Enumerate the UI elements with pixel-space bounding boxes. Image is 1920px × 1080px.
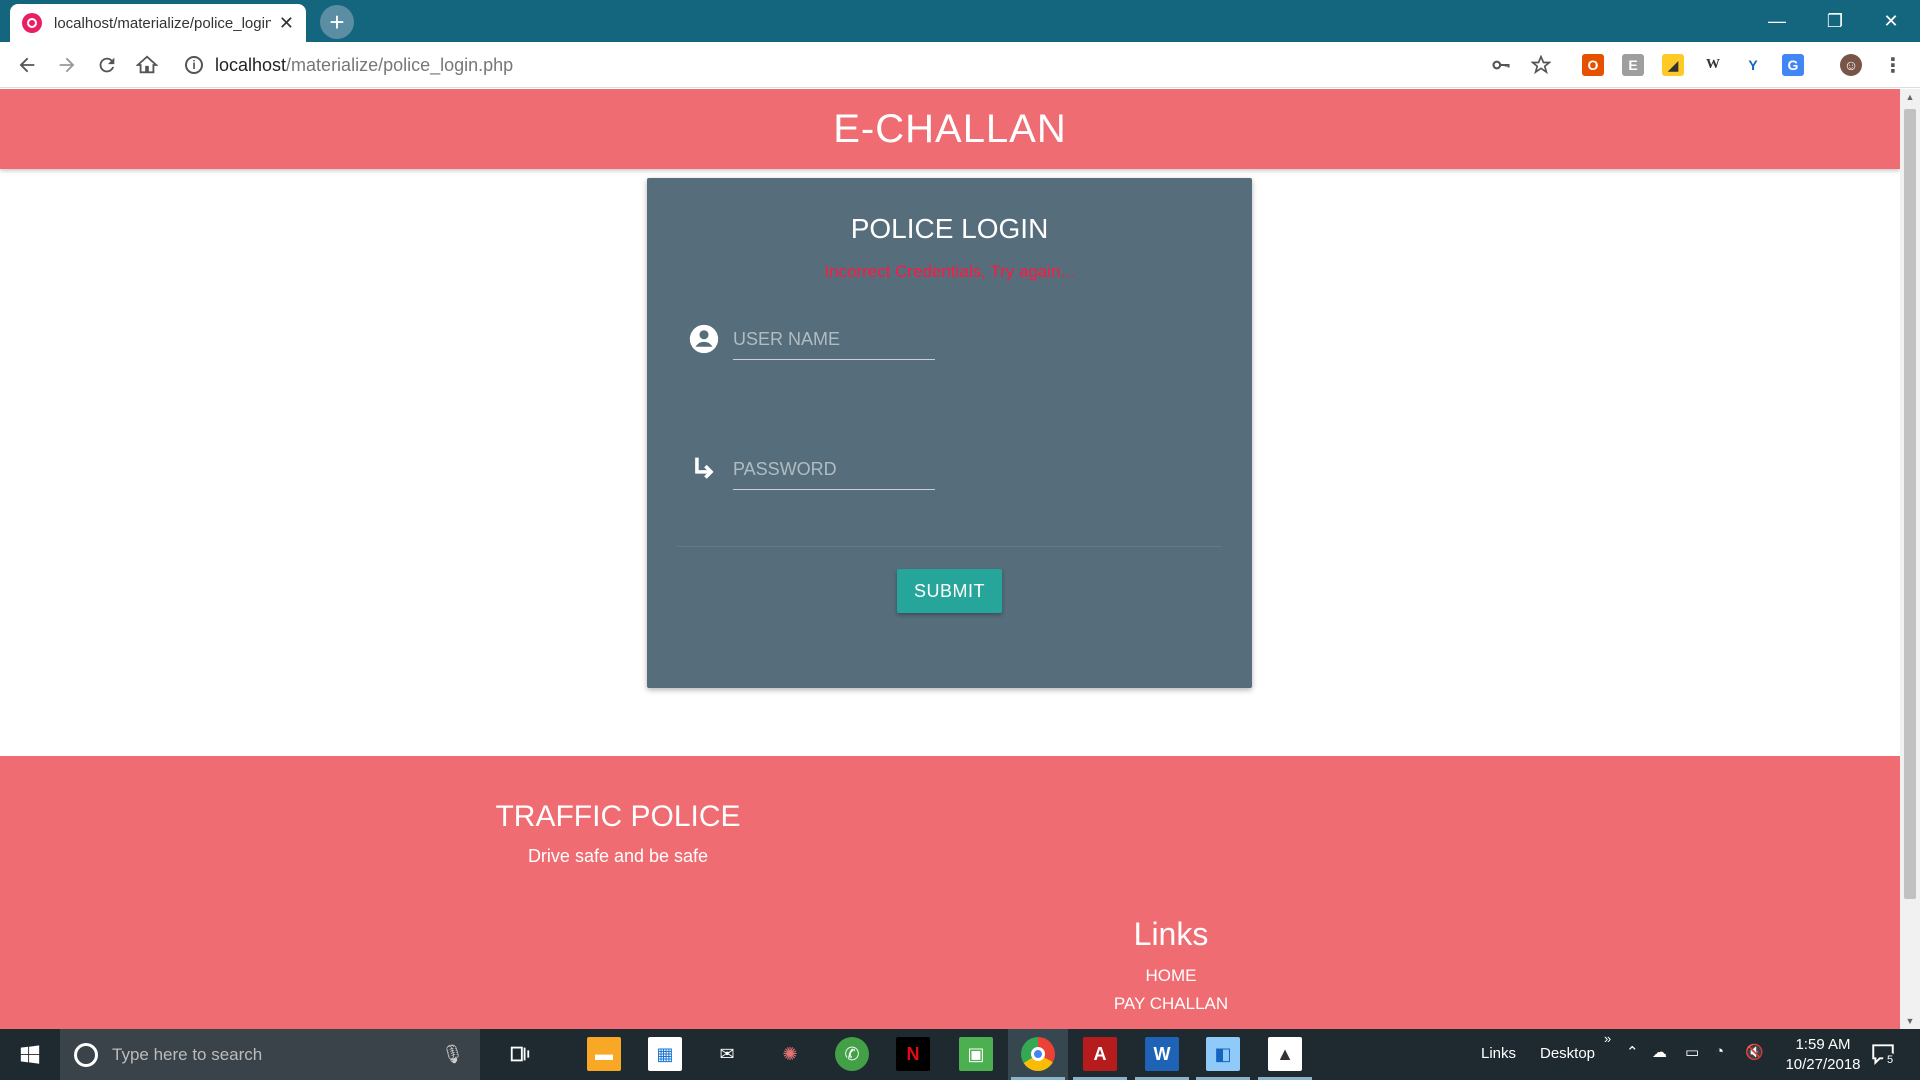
site-footer: TRAFFIC POLICE Drive safe and be safe Li… — [0, 756, 1900, 1029]
taskbar-search[interactable]: Type here to search 🎙 — [60, 1029, 480, 1080]
username-input[interactable] — [733, 320, 935, 360]
brand-title[interactable]: E-CHALLAN — [833, 107, 1067, 152]
close-window-button[interactable]: ✕ — [1862, 0, 1920, 42]
translate-extension-icon[interactable]: G — [1782, 54, 1804, 76]
address-bar[interactable]: i localhost/materialize/police_login.php — [185, 49, 1475, 81]
site-header: E-CHALLAN — [0, 89, 1900, 169]
notification-badge: 5 — [1883, 1053, 1897, 1067]
site-info-icon[interactable]: i — [185, 56, 203, 74]
restore-button[interactable]: ❐ — [1806, 0, 1864, 42]
task-view-icon[interactable] — [503, 1037, 537, 1071]
clock-date: 10/27/2018 — [1785, 1056, 1861, 1073]
username-field — [687, 310, 947, 370]
links-toolbar[interactable]: Links — [1481, 1045, 1516, 1062]
footer-tagline: Drive safe and be safe — [527, 846, 709, 866]
key-icon[interactable] — [1490, 54, 1512, 76]
login-card: POLICE LOGIN Incorrect Credentials, Try … — [647, 178, 1252, 688]
desktop-toolbar[interactable]: Desktop — [1540, 1045, 1595, 1062]
drive-extension-icon[interactable]: ◢ — [1662, 54, 1684, 76]
w-extension-icon[interactable]: W — [1702, 54, 1724, 76]
whatsapp-icon[interactable]: ✆ — [835, 1037, 869, 1071]
cortana-icon — [74, 1042, 98, 1067]
menu-kebab-icon[interactable]: ⋮ — [1882, 54, 1904, 77]
acrobat-icon[interactable]: A — [1083, 1037, 1117, 1071]
tray-chevron-icon[interactable]: ⌃ — [1626, 1043, 1639, 1061]
netflix-icon[interactable]: N — [896, 1037, 930, 1071]
microphone-icon[interactable]: 🎙 — [441, 1044, 464, 1065]
tab-title: localhost/materialize/police_login — [54, 14, 271, 32]
new-tab-button[interactable]: + — [320, 5, 354, 39]
back-icon[interactable] — [12, 50, 42, 80]
footer-links-title: Links — [1133, 916, 1209, 952]
subdirectory-arrow-icon — [687, 452, 721, 486]
toolbar-overflow-icon[interactable]: » — [1604, 1031, 1611, 1046]
green-app-icon[interactable]: ▣ — [959, 1037, 993, 1071]
windows-start-icon[interactable] — [0, 1029, 60, 1080]
page-viewport: E-CHALLAN POLICE LOGIN Incorrect Credent… — [0, 89, 1900, 1029]
error-message: Incorrect Credentials, Try again... — [824, 262, 1075, 281]
clock-time: 1:59 AM — [1795, 1036, 1851, 1053]
forward-icon[interactable] — [52, 50, 82, 80]
password-field — [687, 440, 947, 500]
photos-icon[interactable]: ▲ — [1268, 1037, 1302, 1071]
notepad-icon[interactable]: ◧ — [1206, 1037, 1240, 1071]
store-icon[interactable]: ▦ — [648, 1037, 682, 1071]
windows-taskbar: Type here to search 🎙 ▬ ▦ ✉ ✺ ✆ N ▣ A W … — [0, 1029, 1920, 1080]
bookmark-star-icon[interactable] — [1530, 54, 1552, 76]
wifi-icon[interactable]: ◔ — [1715, 1043, 1724, 1060]
file-explorer-icon[interactable]: ▬ — [587, 1037, 621, 1071]
browser-titlebar: localhost/materialize/police_login ✕ + —… — [0, 0, 1920, 42]
page-scrollbar[interactable]: ▲ ▼ — [1900, 89, 1920, 1029]
browser-toolbar: i localhost/materialize/police_login.php… — [0, 42, 1920, 88]
password-input[interactable] — [733, 450, 935, 490]
office-extension-icon[interactable]: O — [1582, 54, 1604, 76]
scroll-down-icon[interactable]: ▼ — [1900, 1013, 1920, 1029]
network-app-icon[interactable]: ✺ — [773, 1037, 807, 1071]
footer-link-home[interactable]: HOME — [1071, 966, 1271, 986]
minimize-button[interactable]: — — [1748, 0, 1806, 42]
notification-center-icon[interactable]: 5 — [1870, 1041, 1897, 1067]
url-host: localhost — [215, 54, 287, 75]
onedrive-icon[interactable]: ☁ — [1652, 1043, 1667, 1061]
taskbar-clock[interactable]: 1:59 AM 10/27/2018 — [1768, 1035, 1878, 1075]
search-placeholder: Type here to search — [112, 1044, 263, 1064]
browser-tab[interactable]: localhost/materialize/police_login ✕ — [10, 4, 306, 42]
battery-icon[interactable]: ▭ — [1685, 1043, 1699, 1061]
url-path: /materialize/police_login.php — [286, 54, 514, 75]
home-icon[interactable] — [132, 50, 162, 80]
footer-title: TRAFFIC POLICE — [495, 800, 741, 833]
volume-muted-icon[interactable]: 🔇 — [1745, 1043, 1764, 1061]
reload-icon[interactable] — [92, 50, 122, 80]
tab-close-icon[interactable]: ✕ — [279, 13, 294, 34]
form-divider — [677, 546, 1222, 547]
e-extension-icon[interactable]: E — [1622, 54, 1644, 76]
y-extension-icon[interactable]: Y — [1742, 54, 1764, 76]
chrome-icon[interactable] — [1021, 1037, 1055, 1071]
account-circle-icon — [687, 322, 721, 356]
profile-avatar-icon[interactable]: ☺ — [1840, 54, 1862, 76]
word-icon[interactable]: W — [1145, 1037, 1179, 1071]
scrollbar-thumb[interactable] — [1904, 109, 1916, 899]
submit-button[interactable]: SUBMIT — [897, 569, 1002, 613]
footer-link-pay-challan[interactable]: PAY CHALLAN — [1071, 994, 1271, 1014]
wamp-favicon-icon — [22, 13, 42, 33]
mail-icon[interactable]: ✉ — [710, 1037, 744, 1071]
scroll-up-icon[interactable]: ▲ — [1900, 89, 1920, 105]
login-title: POLICE LOGIN — [850, 213, 1049, 244]
